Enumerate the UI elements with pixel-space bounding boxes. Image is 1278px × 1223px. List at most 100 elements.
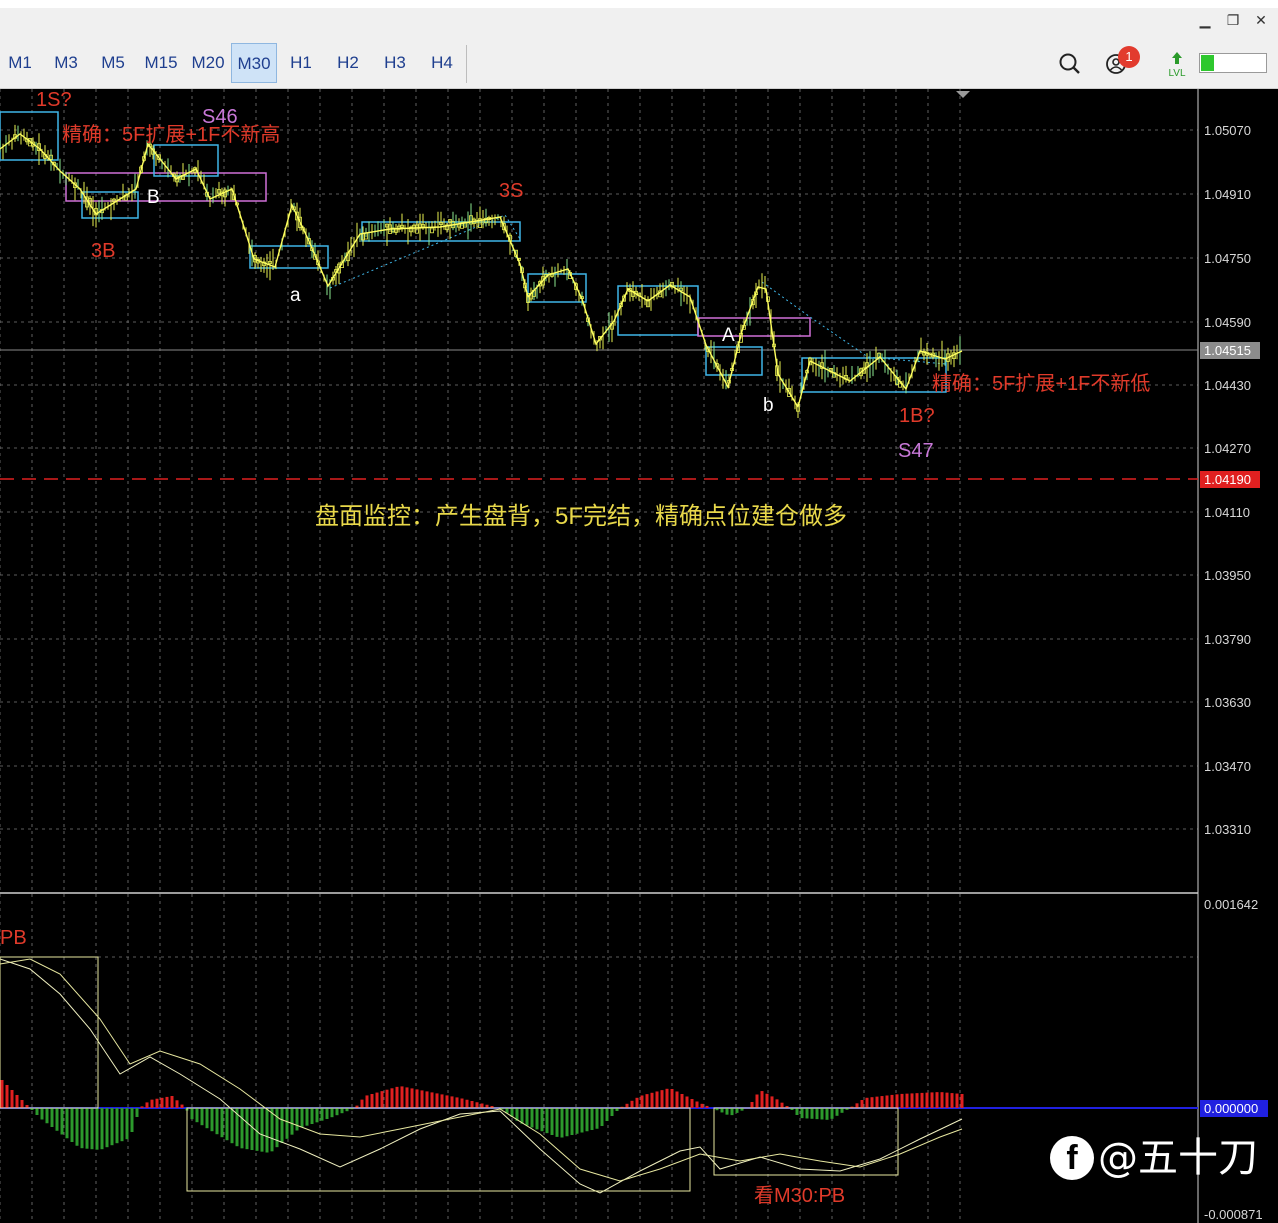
timeframe-h3[interactable]: H3 <box>373 43 417 83</box>
macd-bar <box>895 1094 899 1108</box>
macd-bar <box>535 1108 539 1130</box>
watermark-handle: @五十刀 <box>1098 1135 1258 1181</box>
timeframe-h4[interactable]: H4 <box>420 43 464 83</box>
price-tick: 1.03950 <box>1204 568 1251 583</box>
macd-bar <box>215 1108 219 1135</box>
search-icon[interactable] <box>1056 48 1084 80</box>
macd-bar <box>870 1097 874 1108</box>
timeframe-m5[interactable]: M5 <box>91 43 135 83</box>
macd-bar <box>560 1108 564 1138</box>
macd-bar <box>865 1097 869 1108</box>
macd-bar <box>175 1100 179 1108</box>
macd-bar <box>260 1108 264 1152</box>
macd-bar <box>55 1108 59 1131</box>
price-tick: 1.04750 <box>1204 251 1251 266</box>
macd-bar <box>890 1094 894 1108</box>
timeframe-h2[interactable]: H2 <box>326 43 370 83</box>
macd-bar <box>920 1092 924 1108</box>
macd-bar <box>755 1094 759 1108</box>
macd-bar <box>390 1088 394 1108</box>
macd-bar <box>660 1090 664 1108</box>
timeframe-m15[interactable]: M15 <box>138 43 184 83</box>
macd-bar <box>900 1093 904 1108</box>
price-tick: 1.04110 <box>1204 505 1250 520</box>
macd-bar <box>225 1108 229 1141</box>
price-tick: 1.04910 <box>1204 187 1251 202</box>
macd-bar <box>820 1108 824 1120</box>
macd-bar <box>100 1108 104 1150</box>
macd-bar <box>460 1098 464 1108</box>
macd-bar <box>700 1103 704 1108</box>
timeframe-m20[interactable]: M20 <box>186 43 230 83</box>
macd-bar <box>465 1099 469 1108</box>
macd-bar <box>80 1108 84 1149</box>
price-chart[interactable]: 1.05070 1.04910 1.04750 1.04590 1.04430 … <box>0 89 1278 1223</box>
annotation-b-upper: B <box>147 187 160 208</box>
macd-bar <box>905 1093 909 1108</box>
macd-bar <box>5 1085 9 1108</box>
macd-bar <box>110 1108 114 1146</box>
macd-bar <box>270 1108 274 1152</box>
timeframe-m30[interactable]: M30 <box>231 43 277 83</box>
macd-bar <box>395 1086 399 1108</box>
macd-bar <box>805 1108 809 1119</box>
macd-bar <box>95 1108 99 1150</box>
timeframe-m1[interactable]: M1 <box>0 43 40 83</box>
alert-price-label: 1.04190 <box>1204 472 1251 487</box>
macd-bar <box>880 1096 884 1108</box>
macd-bar <box>365 1095 369 1108</box>
macd-bar <box>385 1089 389 1108</box>
macd-bar <box>600 1108 604 1126</box>
watermark: f @五十刀 <box>1050 1130 1258 1182</box>
price-tick: 1.04430 <box>1204 378 1251 393</box>
macd-bar <box>860 1100 864 1108</box>
restore-icon[interactable]: ❐ <box>1224 12 1242 30</box>
macd-bar <box>400 1086 404 1108</box>
toolbar-separator <box>466 45 467 83</box>
macd-bar <box>375 1092 379 1108</box>
annotation-a-lower: a <box>290 285 301 306</box>
macd-bar <box>650 1092 654 1108</box>
current-price-label: 1.04515 <box>1204 343 1251 358</box>
macd-bar <box>70 1108 74 1142</box>
macd-bar <box>455 1097 459 1108</box>
macd-bar <box>240 1108 244 1149</box>
macd-bar <box>585 1108 589 1132</box>
macd-bar <box>835 1108 839 1116</box>
macd-bar <box>590 1108 594 1130</box>
timeframe-m3[interactable]: M3 <box>44 43 88 83</box>
macd-bar <box>450 1096 454 1108</box>
macd-bar <box>155 1098 159 1108</box>
close-icon[interactable]: ✕ <box>1252 12 1270 30</box>
macd-bar <box>290 1108 294 1135</box>
price-tick: 1.03470 <box>1204 759 1251 774</box>
price-tick: 1.03630 <box>1204 695 1251 710</box>
annotation-b-lower: b <box>763 395 774 416</box>
price-tick: 1.03310 <box>1204 822 1251 837</box>
minimize-icon[interactable]: ▁ <box>1196 12 1214 30</box>
macd-bar <box>765 1093 769 1108</box>
macd-bar <box>555 1108 559 1137</box>
timeframe-h1[interactable]: H1 <box>279 43 323 83</box>
macd-bar <box>605 1108 609 1121</box>
annotation-1s: 1S? <box>36 89 72 111</box>
macd-bar <box>130 1108 134 1132</box>
price-tick: 1.04590 <box>1204 315 1251 330</box>
macd-bar <box>705 1105 709 1108</box>
macd-bar <box>930 1092 934 1108</box>
annotation-pb: PB <box>0 927 27 949</box>
macd-bar <box>855 1103 859 1108</box>
indicator-zero-label: 0.000000 <box>1204 1101 1258 1116</box>
macd-bar <box>685 1096 689 1108</box>
macd-bar <box>160 1097 164 1108</box>
macd-bar <box>570 1108 574 1135</box>
macd-bar <box>530 1108 534 1128</box>
window-title-bar: ▁ ❐ ✕ <box>0 0 1278 41</box>
macd-bar <box>15 1095 19 1108</box>
macd-bar <box>795 1108 799 1115</box>
macd-bar <box>720 1108 724 1113</box>
macd-bar <box>415 1089 419 1108</box>
macd-bar <box>280 1108 284 1143</box>
lvl-icon[interactable]: LVL <box>1162 48 1192 80</box>
annotation-s47: S47 <box>898 440 934 462</box>
